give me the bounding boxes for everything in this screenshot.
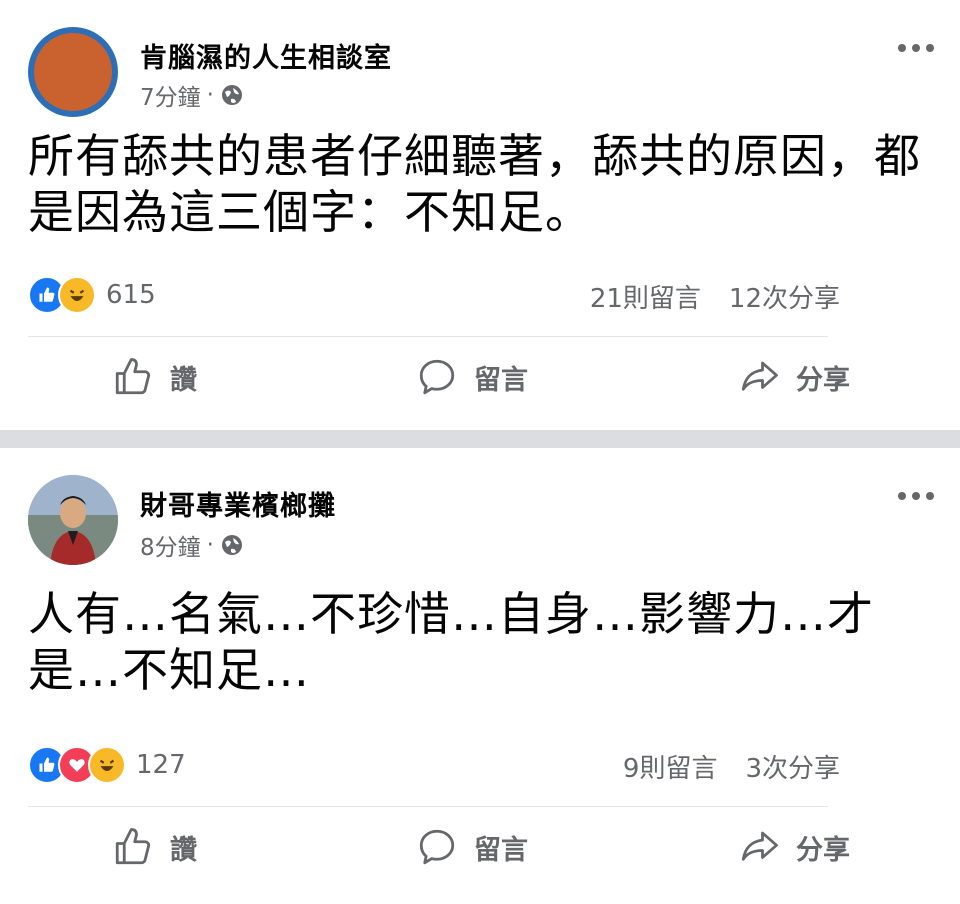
share-label: 分享 (796, 834, 850, 866)
like-button[interactable]: 讚 (112, 826, 197, 868)
post-stats: 21則留言 12次分享 (590, 278, 840, 315)
comment-label: 留言 (474, 364, 528, 396)
share-count[interactable]: 3次分享 (745, 748, 840, 785)
comment-label: 留言 (474, 834, 528, 866)
globe-icon (221, 85, 242, 105)
divider (28, 336, 828, 337)
haha-reaction-icon (88, 746, 126, 784)
share-label: 分享 (796, 364, 850, 396)
more-options-icon[interactable] (898, 44, 934, 52)
thumbs-up-icon (115, 828, 151, 865)
avatar-image (34, 33, 112, 111)
share-button[interactable]: 分享 (738, 356, 850, 398)
post-time[interactable]: 7分鐘 (140, 78, 201, 112)
comment-count[interactable]: 9則留言 (623, 748, 718, 785)
share-count[interactable]: 12次分享 (729, 278, 840, 315)
feed-separator (0, 430, 960, 448)
comment-button[interactable]: 留言 (416, 356, 528, 398)
post-card-2: 財哥專業檳榔攤 8分鐘 · 人有…名氣…不珍惜…自身…影響力…才是…不知足… 1… (0, 448, 960, 904)
post-text: 人有…名氣…不珍惜…自身…影響力…才是…不知足… (28, 587, 874, 697)
post-text: 所有舔共的患者仔細聽著，舔共的原因，都是因為這三個字：不知足。 (28, 129, 921, 239)
post-author[interactable]: 財哥專業檳榔攤 (140, 484, 336, 523)
action-bar: 讚 留言 分享 (0, 826, 960, 886)
action-bar: 讚 留言 分享 (0, 356, 960, 416)
comment-icon (419, 829, 455, 865)
comment-icon (419, 359, 455, 395)
post-card-1: 肯腦濕的人生相談室 7分鐘 · 所有舔共的患者仔細聽著，舔共的原因，都是因為這三… (0, 0, 960, 430)
haha-reaction-icon (58, 276, 96, 314)
like-label: 讚 (170, 834, 197, 866)
comment-count[interactable]: 21則留言 (590, 278, 701, 315)
comment-button[interactable]: 留言 (416, 826, 528, 868)
meta-dot: · (206, 82, 214, 108)
reaction-summary[interactable]: 127 (28, 746, 186, 784)
more-options-icon[interactable] (898, 492, 934, 500)
avatar-image (28, 475, 118, 565)
meta-dot: · (206, 532, 214, 558)
reaction-count: 615 (106, 280, 156, 310)
reaction-count: 127 (136, 750, 186, 780)
share-button[interactable]: 分享 (738, 826, 850, 868)
post-meta: 8分鐘 · (140, 528, 244, 562)
post-author[interactable]: 肯腦濕的人生相談室 (140, 36, 392, 75)
globe-icon (221, 535, 242, 555)
share-icon (741, 831, 778, 861)
avatar[interactable] (28, 475, 118, 565)
post-stats: 9則留言 3次分享 (623, 748, 840, 785)
reaction-summary[interactable]: 615 (28, 276, 156, 314)
post-time[interactable]: 8分鐘 (140, 528, 201, 562)
avatar[interactable] (28, 27, 118, 117)
post-meta: 7分鐘 · (140, 78, 244, 112)
share-icon (741, 361, 778, 391)
divider (28, 806, 828, 807)
thumbs-up-icon (115, 358, 151, 395)
like-label: 讚 (170, 364, 197, 396)
like-button[interactable]: 讚 (112, 356, 197, 398)
